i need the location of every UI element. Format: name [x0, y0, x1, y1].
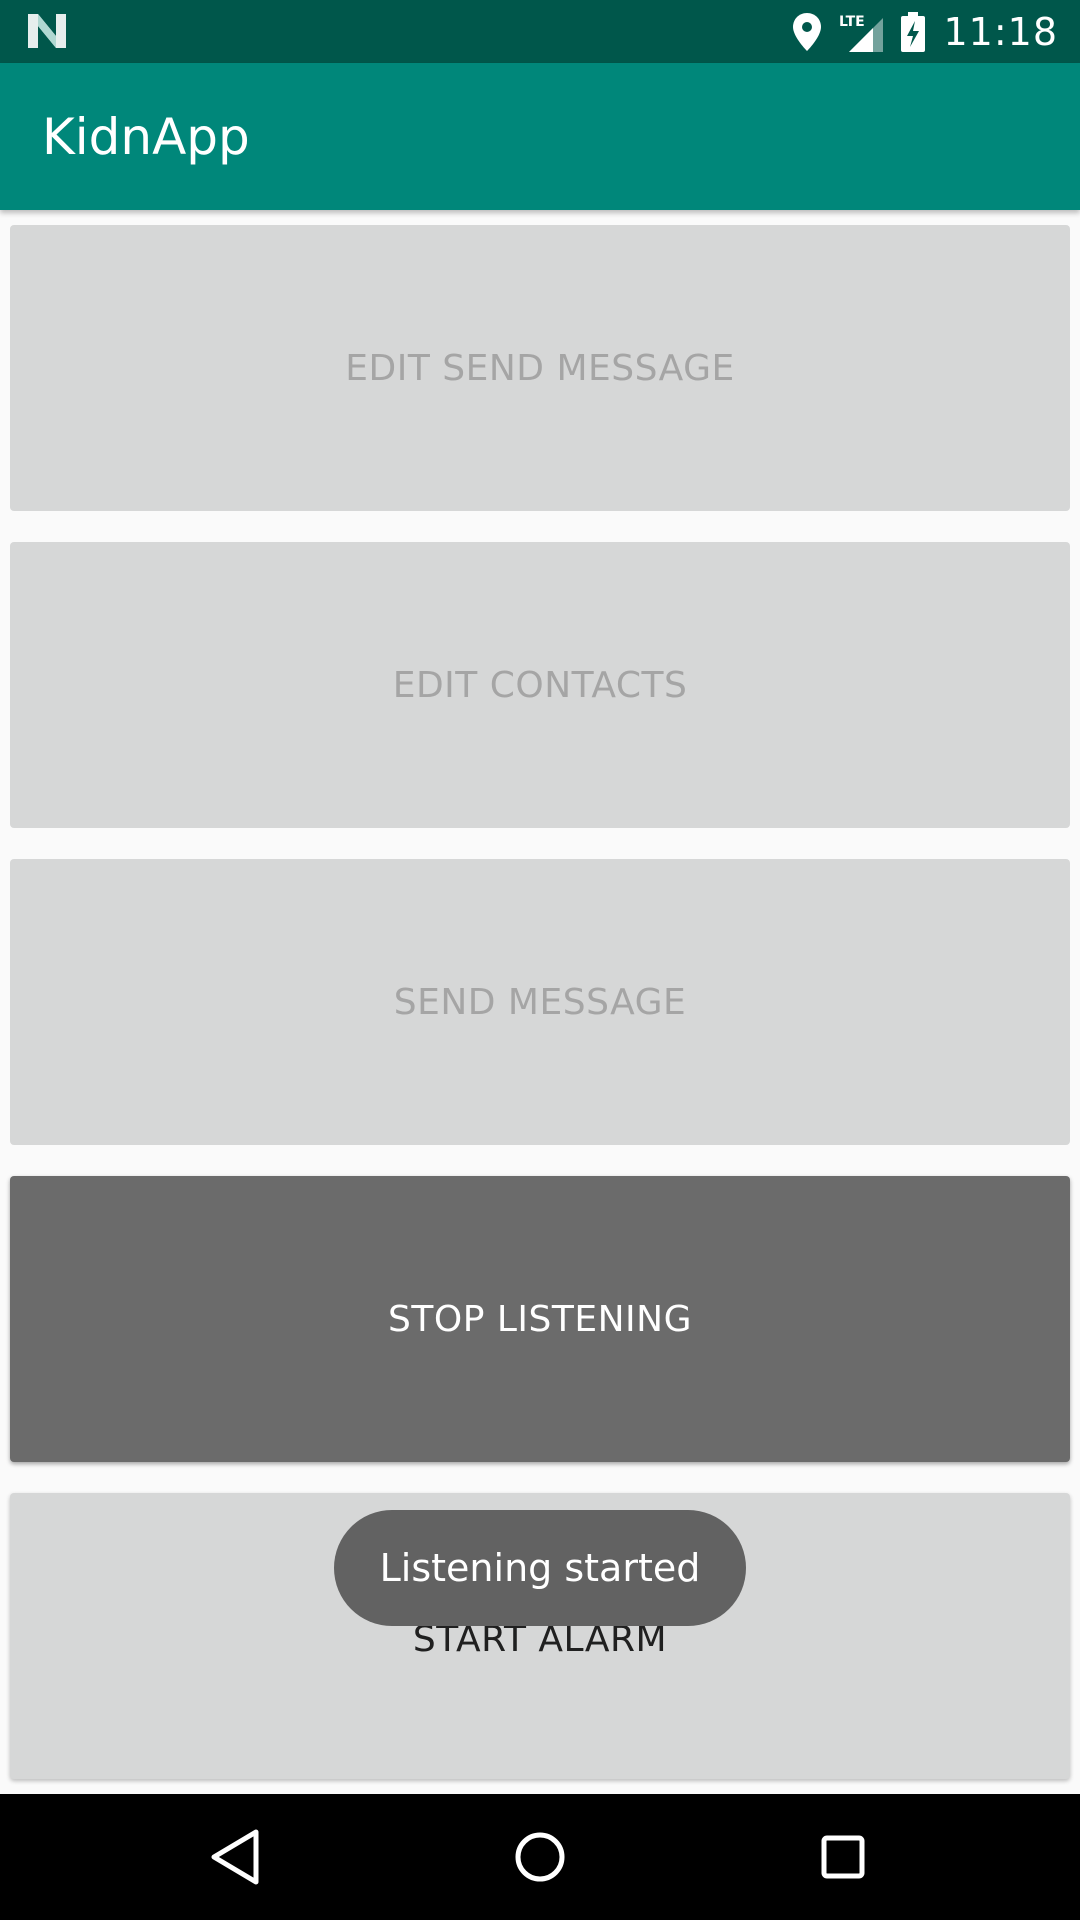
network-label: LTE — [839, 14, 865, 30]
stop-listening-button[interactable]: STOP LISTENING — [10, 1176, 1070, 1462]
toast-message: Listening started — [334, 1510, 746, 1626]
status-time: 11:18 — [943, 9, 1058, 54]
edit-contacts-button[interactable]: EDIT CONTACTS — [10, 542, 1070, 828]
status-bar: LTE 11:18 — [0, 0, 1080, 63]
status-icons: LTE 11:18 — [793, 0, 1058, 63]
send-message-button[interactable]: SEND MESSAGE — [10, 859, 1070, 1145]
home-icon[interactable] — [505, 1822, 575, 1892]
app-bar: KidnApp — [0, 63, 1080, 210]
edit-send-message-button[interactable]: EDIT SEND MESSAGE — [10, 225, 1070, 511]
app-title: KidnApp — [42, 108, 250, 166]
n-logo-icon — [28, 14, 66, 48]
navigation-bar — [0, 1794, 1080, 1920]
battery-charging-icon — [901, 11, 926, 52]
signal-icon: LTE — [839, 14, 884, 52]
location-icon — [793, 12, 822, 51]
recents-icon[interactable] — [808, 1822, 878, 1892]
back-icon[interactable] — [200, 1822, 270, 1892]
